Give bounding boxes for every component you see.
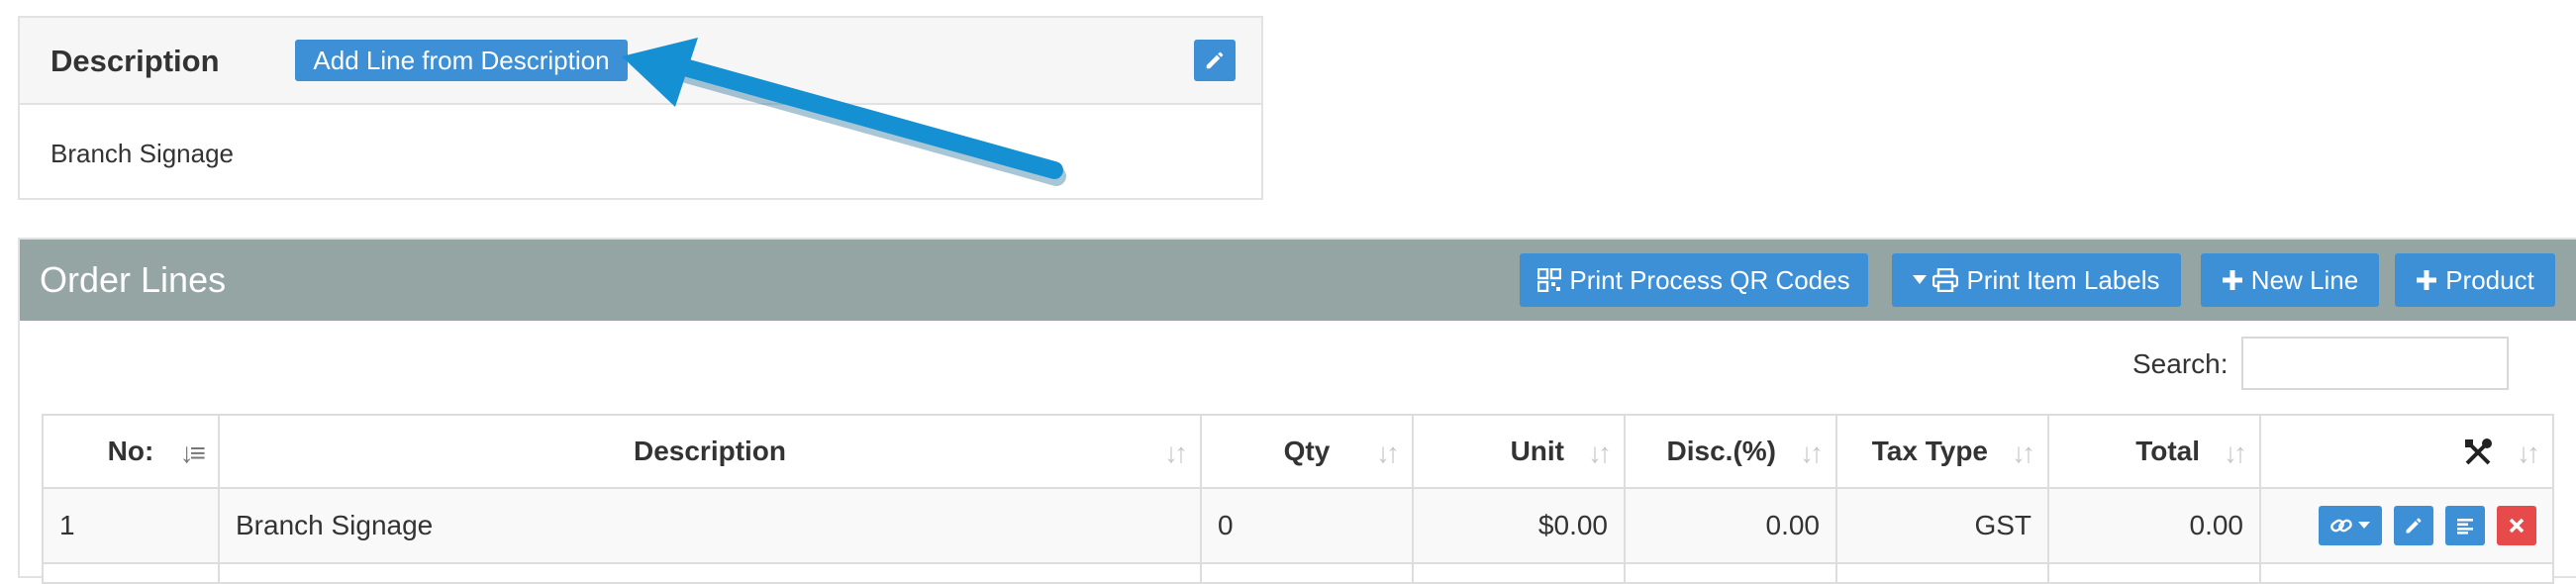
cell-empty bbox=[2259, 562, 2554, 584]
column-label-no: No: bbox=[107, 436, 154, 466]
cell-empty bbox=[218, 562, 1202, 584]
print-process-qr-codes-button[interactable]: Print Process QR Codes bbox=[1520, 253, 1868, 307]
search-input[interactable] bbox=[2241, 337, 2509, 390]
cell-empty bbox=[42, 562, 220, 584]
delete-line-button[interactable] bbox=[2497, 506, 2536, 545]
pencil-icon bbox=[2406, 518, 2422, 534]
annotation-arrow bbox=[622, 38, 1066, 186]
table-row[interactable]: 1 Branch Signage 0 $0.00 0.00 GST 0.00 bbox=[42, 487, 2554, 564]
sort-ascending-icon: ↓≡ bbox=[179, 438, 206, 468]
column-header-total[interactable]: Total ↓↑ bbox=[2047, 414, 2261, 489]
add-line-from-description-button[interactable]: Add Line from Description bbox=[295, 40, 628, 81]
column-label-disc: Disc.(%) bbox=[1666, 436, 1776, 466]
sort-icon: ↓↑ bbox=[2224, 438, 2247, 468]
print-item-labels-button[interactable]: Print Item Labels bbox=[1892, 253, 2181, 307]
cell-actions bbox=[2259, 487, 2554, 564]
new-line-label: New Line bbox=[2250, 264, 2359, 295]
column-header-description[interactable]: Description ↓↑ bbox=[218, 414, 1202, 489]
description-text: Branch Signage bbox=[50, 139, 235, 168]
sort-icon: ↓↑ bbox=[1800, 438, 1824, 468]
plus-icon bbox=[2222, 269, 2243, 291]
add-product-button[interactable]: Product bbox=[2395, 253, 2555, 307]
column-label-description: Description bbox=[633, 436, 787, 466]
caret-down-icon bbox=[1913, 275, 1928, 285]
cell-total: 0.00 bbox=[2047, 487, 2261, 564]
search-label: Search: bbox=[2132, 348, 2229, 379]
order-lines-title: Order Lines bbox=[40, 259, 227, 300]
column-header-disc[interactable]: Disc.(%) ↓↑ bbox=[1624, 414, 1837, 489]
order-lines-panel: Order Lines Print Process QR Codes Print… bbox=[18, 238, 2576, 584]
column-header-tax-type[interactable]: Tax Type ↓↑ bbox=[1835, 414, 2049, 489]
cell-unit: $0.00 bbox=[1412, 487, 1626, 564]
table-header-row: No: ↓≡ Description ↓↑ Qty ↓↑ Unit ↓↑ Dis… bbox=[42, 414, 2554, 489]
plus-icon bbox=[2416, 269, 2437, 291]
edit-line-button[interactable] bbox=[2394, 506, 2433, 545]
column-header-qty[interactable]: Qty ↓↑ bbox=[1200, 414, 1414, 489]
table-row[interactable] bbox=[42, 562, 2554, 584]
printer-icon bbox=[1932, 268, 1959, 292]
column-header-no[interactable]: No: ↓≡ bbox=[42, 414, 220, 489]
sort-icon: ↓↑ bbox=[2012, 438, 2035, 468]
sort-icon: ↓↑ bbox=[2517, 438, 2540, 468]
cell-empty bbox=[1835, 562, 2049, 584]
new-line-button[interactable]: New Line bbox=[2201, 253, 2379, 307]
cell-no: 1 bbox=[42, 487, 220, 564]
cell-qty: 0 bbox=[1200, 487, 1414, 564]
qrcode-icon bbox=[1537, 268, 1562, 292]
column-header-actions[interactable]: ↓↑ bbox=[2259, 414, 2554, 489]
column-label-qty: Qty bbox=[1283, 436, 1331, 466]
column-label-tax-type: Tax Type bbox=[1871, 436, 1988, 466]
print-item-labels-label: Print Item Labels bbox=[1966, 264, 2160, 295]
cell-tax-type: GST bbox=[1835, 487, 2049, 564]
cell-empty bbox=[1412, 562, 1626, 584]
cell-empty bbox=[1624, 562, 1837, 584]
column-header-unit[interactable]: Unit ↓↑ bbox=[1412, 414, 1626, 489]
cell-empty bbox=[1200, 562, 1414, 584]
order-lines-table: No: ↓≡ Description ↓↑ Qty ↓↑ Unit ↓↑ Dis… bbox=[42, 414, 2554, 584]
order-lines-header: Order Lines Print Process QR Codes Print… bbox=[20, 240, 2576, 321]
line-details-button[interactable] bbox=[2445, 506, 2485, 545]
close-icon bbox=[2509, 518, 2525, 534]
sort-icon: ↓↑ bbox=[1588, 438, 1612, 468]
cell-disc: 0.00 bbox=[1624, 487, 1837, 564]
cell-description: Branch Signage bbox=[218, 487, 1202, 564]
caret-down-icon bbox=[2358, 522, 2370, 529]
cell-empty bbox=[2047, 562, 2261, 584]
sort-icon: ↓↑ bbox=[1376, 438, 1400, 468]
align-left-icon bbox=[2457, 519, 2473, 535]
pencil-icon bbox=[1206, 51, 1224, 69]
product-label: Product bbox=[2445, 264, 2534, 295]
edit-description-button[interactable] bbox=[1194, 40, 1236, 81]
sort-icon: ↓↑ bbox=[1164, 438, 1188, 468]
print-process-qr-codes-label: Print Process QR Codes bbox=[1569, 264, 1850, 295]
link-icon bbox=[2330, 519, 2352, 533]
description-title: Description bbox=[50, 44, 220, 78]
link-dropdown-button[interactable] bbox=[2319, 506, 2382, 545]
